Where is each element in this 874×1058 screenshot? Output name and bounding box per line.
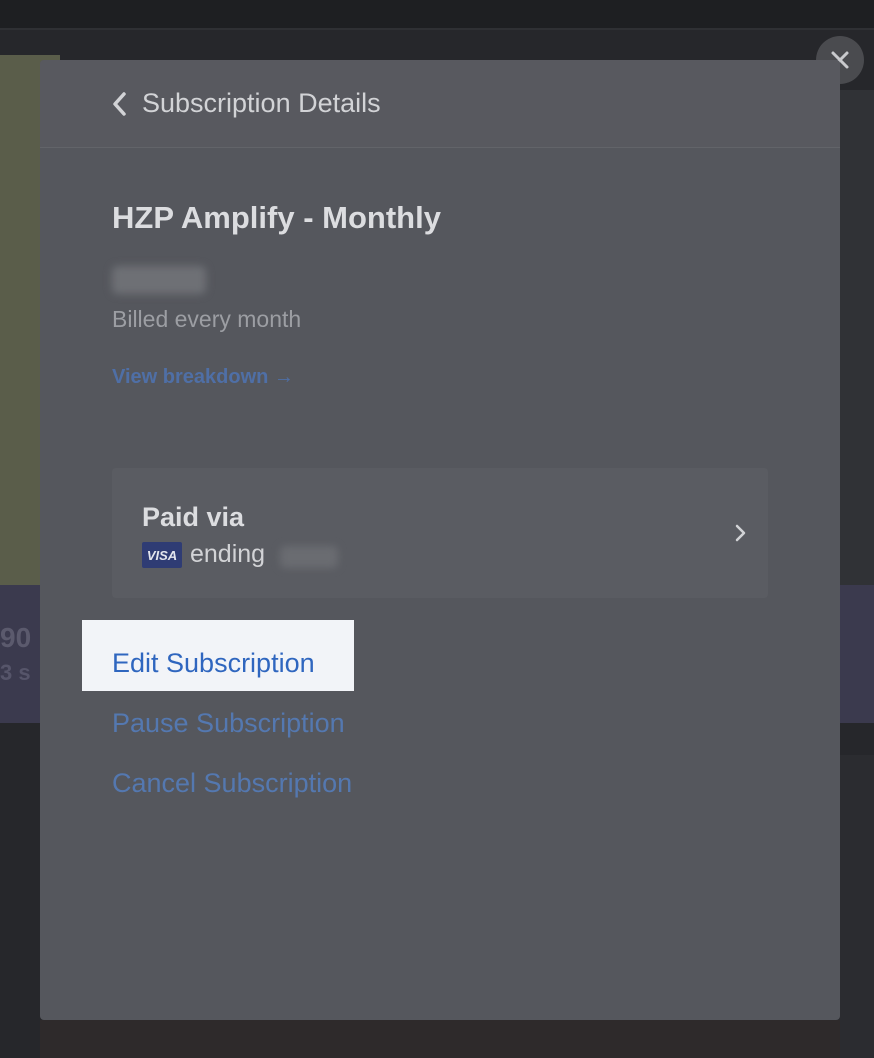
price-redacted: [112, 266, 206, 294]
back-button[interactable]: [112, 91, 134, 117]
edit-subscription-link[interactable]: Edit Subscription: [112, 648, 315, 679]
modal-title: Subscription Details: [142, 88, 381, 118]
background-sub-text: 3 s: [0, 660, 31, 685]
background-number-text: 90: [0, 622, 32, 653]
card-ending-label: ending: [190, 540, 266, 568]
background-panel: [834, 90, 874, 590]
payment-method-card[interactable]: Paid via VISA ending: [112, 468, 768, 598]
cancel-subscription-link[interactable]: Cancel Subscription: [112, 768, 352, 799]
visa-card-icon: VISA: [142, 542, 182, 568]
card-digits-redacted: [280, 546, 338, 568]
chevron-left-icon: [113, 91, 126, 116]
pause-subscription-link[interactable]: Pause Subscription: [112, 708, 345, 739]
subscription-details-modal: Subscription Details HZP Amplify - Month…: [40, 60, 840, 1020]
chevron-right-icon: [735, 524, 746, 542]
view-breakdown-link[interactable]: View breakdown →: [112, 366, 294, 389]
modal-header: Subscription Details: [40, 60, 840, 148]
billing-frequency: Billed every month: [112, 306, 302, 332]
background-top-bar: [0, 0, 874, 30]
plan-name: HZP Amplify - Monthly: [112, 200, 441, 235]
background-bottom-strip: [40, 1020, 840, 1058]
paid-via-label: Paid via: [142, 502, 245, 532]
